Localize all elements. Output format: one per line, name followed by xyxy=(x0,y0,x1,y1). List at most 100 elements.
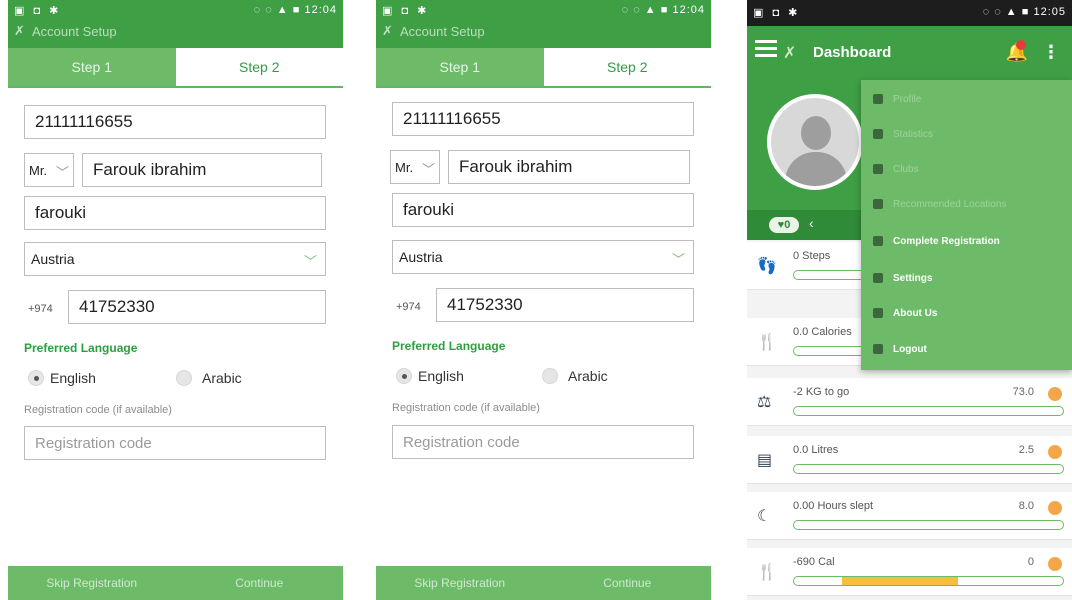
avatar-body-shape xyxy=(785,152,847,186)
radio-english[interactable]: English xyxy=(28,370,96,386)
full-name-input[interactable]: Farouk ibrahim xyxy=(82,153,322,187)
food-balance-icon: 🍴 xyxy=(757,564,777,581)
scale-icon: ⚖ xyxy=(757,394,772,411)
chevron-down-icon: ﹀ xyxy=(421,162,435,177)
water-glass-icon: ▤ xyxy=(757,452,773,469)
page-title: Dashboard xyxy=(813,44,892,61)
bottom-action-bar: Skip Registration Continue xyxy=(376,566,711,600)
status-icons-right: ◌ ◌ ▲ ■ 12:04 xyxy=(253,4,337,16)
card-weight[interactable]: ⚖ -2 KG to go 73.0 xyxy=(747,378,1072,426)
menu-item-recommended-locations[interactable]: Recommended Locations xyxy=(873,193,1006,215)
phone-input[interactable]: 41752330 xyxy=(68,290,326,324)
progress-track xyxy=(793,464,1064,474)
registration-code-label: Registration code (if available) xyxy=(24,404,172,416)
menu-item-about[interactable]: About Us xyxy=(873,302,937,324)
add-circle-icon[interactable] xyxy=(1048,501,1062,515)
menu-item-complete-registration[interactable]: Complete Registration xyxy=(873,230,1000,252)
chevron-left-icon[interactable]: ‹ xyxy=(809,215,814,231)
progress-track xyxy=(793,406,1064,416)
status-bar: ▣ ◘ ✱ ◌ ◌ ▲ ■ 12:04 xyxy=(8,0,343,22)
menu-item-settings[interactable]: Settings xyxy=(873,267,932,289)
status-icons-right: ◌ ◌ ▲ ■ 12:05 xyxy=(982,6,1066,18)
page-title: Account Setup xyxy=(400,24,485,39)
step-tabs: Step 1 Step 2 xyxy=(376,48,711,88)
app-bar: ✗ Account Setup xyxy=(376,22,711,48)
status-icons-left: ▣ ◘ ✱ xyxy=(14,5,62,17)
card-water[interactable]: ▤ 0.0 Litres 2.5 xyxy=(747,436,1072,484)
avatar[interactable] xyxy=(767,94,863,190)
logo-icon: ✗ xyxy=(382,23,393,38)
id-number-input[interactable]: 21111116655 xyxy=(24,105,326,139)
tab-step-2[interactable]: Step 2 xyxy=(543,48,711,86)
skip-registration-button[interactable]: Skip Registration xyxy=(8,566,176,600)
registration-code-input[interactable]: Registration code xyxy=(24,426,326,460)
avatar-head-shape xyxy=(801,116,831,150)
card-value: 73.0 xyxy=(1012,386,1034,398)
more-vert-icon[interactable]: ⋮ xyxy=(1042,42,1060,63)
heart-count-badge: ♥0 xyxy=(769,217,799,233)
radio-arabic[interactable]: Arabic xyxy=(542,368,608,384)
chevron-down-icon: ﹀ xyxy=(55,165,69,180)
menu-item-clubs[interactable]: Clubs xyxy=(873,158,919,180)
clubs-icon xyxy=(873,164,883,174)
title-select[interactable]: Mr. ﹀ xyxy=(390,150,440,184)
card-value: 8.0 xyxy=(1018,500,1034,512)
add-circle-icon[interactable] xyxy=(1048,445,1062,459)
card-label: 0.0 Litres xyxy=(793,444,839,456)
username-input[interactable]: farouki xyxy=(392,193,694,227)
card-label: 0.0 Calories xyxy=(793,326,852,338)
footsteps-icon: 👣 xyxy=(757,258,777,275)
status-time: 12:05 xyxy=(1033,6,1066,18)
phone-input[interactable]: 41752330 xyxy=(436,288,694,322)
country-select[interactable]: Austria ﹀ xyxy=(24,242,326,276)
menu-item-logout[interactable]: Logout xyxy=(873,338,927,360)
registration-code-input[interactable]: Registration code xyxy=(392,425,694,459)
profile-icon xyxy=(873,94,883,104)
status-icons-right: ◌ ◌ ▲ ■ 12:04 xyxy=(621,4,705,16)
skip-registration-button[interactable]: Skip Registration xyxy=(376,566,544,600)
tab-step-1[interactable]: Step 1 xyxy=(376,48,544,86)
status-icons-left: ▣ ◘ ✱ xyxy=(753,7,801,19)
status-bar: ▣ ◘ ✱ ◌ ◌ ▲ ■ 12:04 xyxy=(376,0,711,22)
location-icon xyxy=(873,199,883,209)
country-select[interactable]: Austria ﹀ xyxy=(392,240,694,274)
progress-track xyxy=(793,520,1064,530)
account-setup-screen-2: ▣ ◘ ✱ ◌ ◌ ▲ ■ 12:04 ✗ Account Setup Step… xyxy=(376,0,711,600)
radio-selected-icon xyxy=(396,368,412,384)
title-select[interactable]: Mr. ﹀ xyxy=(24,153,74,187)
username-input[interactable]: farouki xyxy=(24,196,326,230)
card-label: 0 Steps xyxy=(793,250,831,262)
card-sleep[interactable]: ☾ 0.00 Hours slept 8.0 xyxy=(747,492,1072,540)
hamburger-menu-icon[interactable] xyxy=(755,40,777,58)
add-circle-icon[interactable] xyxy=(1048,387,1062,401)
phone-prefix: +974 xyxy=(396,301,421,313)
id-number-input[interactable]: 21111116655 xyxy=(392,102,694,136)
status-time: 12:04 xyxy=(304,4,337,16)
menu-item-statistics[interactable]: Statistics xyxy=(873,123,933,145)
preferred-language-label: Preferred Language xyxy=(392,339,506,353)
info-icon xyxy=(873,308,883,318)
tab-step-1[interactable]: Step 1 xyxy=(8,48,176,86)
full-name-input[interactable]: Farouk ibrahim xyxy=(448,150,690,184)
status-bar: ▣ ◘ ✱ ◌ ◌ ▲ ■ 12:05 xyxy=(747,0,1072,26)
phone-prefix: +974 xyxy=(28,303,53,315)
dashboard-app-bar: ✗ Dashboard 🔔 ⋮ xyxy=(747,26,1072,80)
add-circle-icon[interactable] xyxy=(1048,557,1062,571)
card-value: 0 xyxy=(1027,556,1034,568)
card-calorie-balance[interactable]: 🍴 -690 Cal 0 xyxy=(747,548,1072,596)
tab-step-2[interactable]: Step 2 xyxy=(175,48,343,86)
notification-badge xyxy=(1016,40,1026,50)
menu-item-profile[interactable]: Profile xyxy=(873,88,921,110)
progress-fill xyxy=(842,577,959,585)
registration-code-label: Registration code (if available) xyxy=(392,402,540,414)
radio-arabic[interactable]: Arabic xyxy=(176,370,242,386)
continue-button[interactable]: Continue xyxy=(176,566,344,600)
radio-english[interactable]: English xyxy=(396,368,464,384)
chevron-down-icon: ﹀ xyxy=(303,254,317,269)
continue-button[interactable]: Continue xyxy=(544,566,712,600)
card-label: 0.00 Hours slept xyxy=(793,500,874,512)
account-setup-screen-1: ▣ ◘ ✱ ◌ ◌ ▲ ■ 12:04 ✗ Account Setup Step… xyxy=(8,0,343,600)
page-title: Account Setup xyxy=(32,24,117,39)
moon-icon: ☾ xyxy=(757,508,772,525)
logout-icon xyxy=(873,344,883,354)
